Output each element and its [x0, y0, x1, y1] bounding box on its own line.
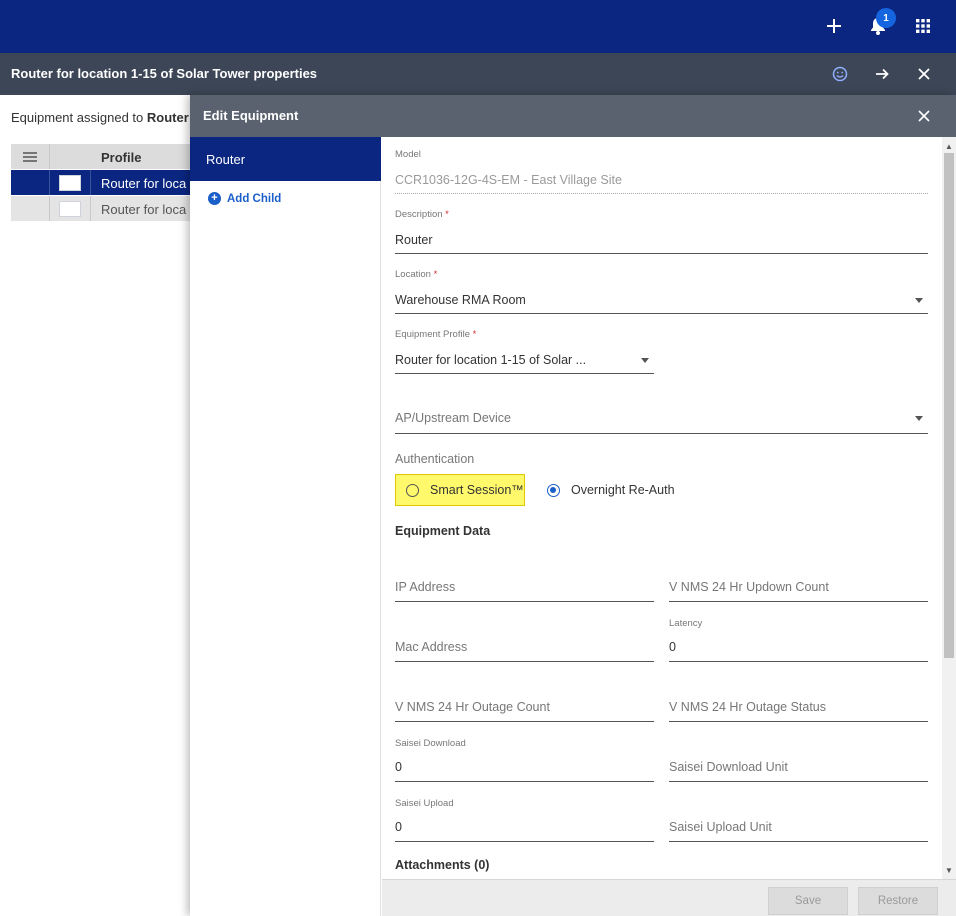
profile-column-header[interactable]: Profile [101, 150, 141, 165]
apps-grid-icon[interactable] [911, 14, 935, 38]
vnms-updown-count-field[interactable]: V NMS 24 Hr Updown Count [669, 577, 928, 604]
plus-icon[interactable] [822, 14, 846, 38]
column-menu-icon[interactable] [11, 144, 50, 169]
save-button[interactable]: Save [768, 887, 848, 915]
dropdown-caret-icon [915, 416, 923, 421]
saisei-download-field[interactable]: Saisei Download 0 [395, 738, 654, 784]
vnms-outage-count-field[interactable]: V NMS 24 Hr Outage Count [395, 697, 654, 724]
panel-footer: Save Restore [382, 879, 956, 916]
close-icon[interactable] [912, 62, 936, 86]
equipment-tree: Router + Add Child [190, 137, 381, 916]
dropdown-caret-icon [915, 298, 923, 303]
ap-upstream-select[interactable]: AP/Upstream Device [395, 407, 928, 434]
model-field: Model CCR1036-12G-4S-EM - East Village S… [395, 149, 928, 195]
close-icon[interactable] [912, 104, 936, 128]
equipment-table: Profile Router for loca Router for loca [11, 144, 191, 222]
edit-equipment-panel: Edit Equipment Router + Add Child Model … [190, 95, 956, 916]
equipment-data-title: Equipment Data [395, 524, 491, 538]
scroll-up-icon[interactable]: ▲ [942, 139, 956, 153]
attachments-title: Attachments (0) [395, 858, 490, 872]
overnight-reauth-radio[interactable]: Overnight Re-Auth [547, 483, 675, 497]
radio-button-selected [547, 483, 560, 497]
saisei-upload-field[interactable]: Saisei Upload 0 [395, 798, 654, 844]
authentication-label: Authentication [395, 452, 475, 466]
equipment-assigned-caption: Equipment assigned to Router [11, 110, 189, 125]
app-top-bar: 1 [0, 0, 956, 53]
add-child-button[interactable]: + Add Child [208, 192, 281, 205]
scrollbar-thumb[interactable] [944, 153, 954, 658]
latency-field[interactable]: Latency 0 [669, 618, 928, 664]
dropdown-caret-icon [641, 358, 649, 363]
description-field[interactable]: Description * Router [395, 209, 928, 255]
saisei-download-unit-field[interactable]: Saisei Download Unit [669, 757, 928, 784]
panel-header: Edit Equipment [190, 95, 956, 137]
mac-address-field[interactable]: Mac Address [395, 637, 654, 664]
scroll-down-icon[interactable]: ▼ [942, 863, 956, 877]
tree-item-router[interactable]: Router [190, 137, 381, 181]
ip-address-field[interactable]: IP Address [395, 577, 654, 604]
image-placeholder-icon [50, 170, 91, 195]
radio-button [406, 483, 419, 497]
arrow-right-icon[interactable] [870, 62, 894, 86]
table-row[interactable]: Router for loca [11, 196, 191, 222]
saisei-upload-unit-field[interactable]: Saisei Upload Unit [669, 817, 928, 844]
smart-session-radio[interactable]: Smart Session™ [395, 474, 525, 506]
equipment-profile-select[interactable]: Equipment Profile * Router for location … [395, 329, 654, 375]
add-circle-icon: + [208, 192, 221, 205]
table-row[interactable]: Router for loca [11, 170, 191, 196]
location-select[interactable]: Location * Warehouse RMA Room [395, 269, 928, 315]
panel-title: Edit Equipment [203, 108, 299, 123]
table-header: Profile [11, 144, 191, 170]
notification-badge: 1 [876, 8, 896, 28]
page-title: Router for location 1-15 of Solar Tower … [11, 66, 318, 81]
image-placeholder-icon [50, 196, 91, 221]
vnms-outage-status-field[interactable]: V NMS 24 Hr Outage Status [669, 697, 928, 724]
smiley-icon[interactable] [828, 62, 852, 86]
restore-button[interactable]: Restore [858, 887, 938, 915]
equipment-form: Model CCR1036-12G-4S-EM - East Village S… [382, 137, 942, 879]
page-header: Router for location 1-15 of Solar Tower … [0, 53, 956, 95]
form-scrollbar[interactable]: ▲ ▼ [942, 137, 956, 879]
